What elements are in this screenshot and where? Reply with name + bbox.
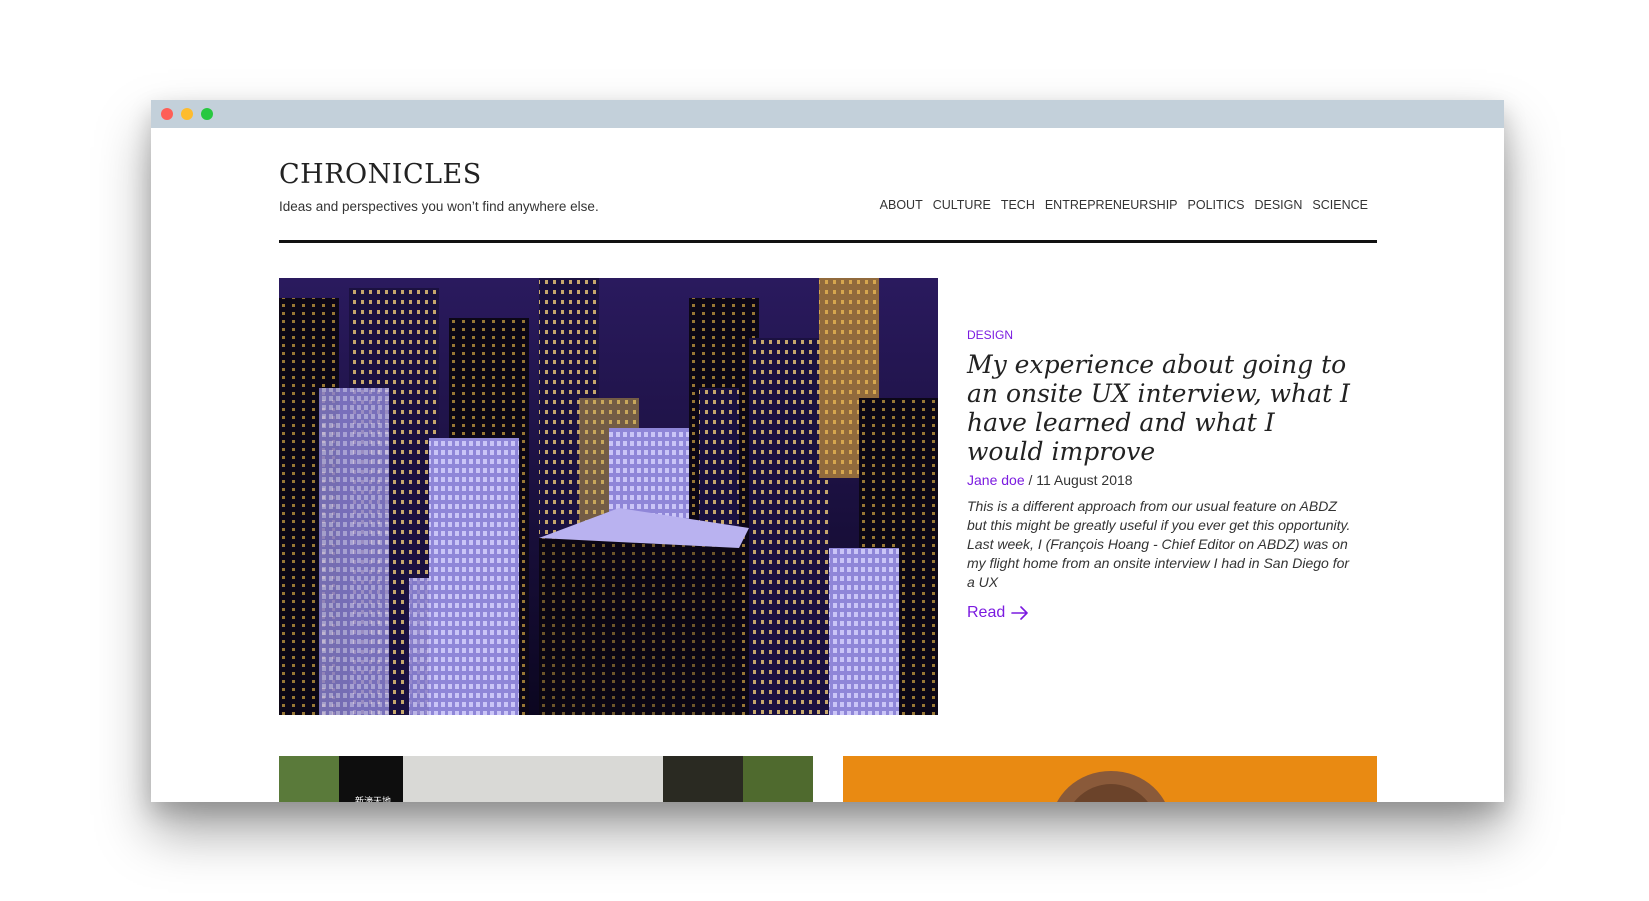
article-meta: Jane doe / 11 August 2018	[967, 472, 1357, 488]
article-category[interactable]: DESIGN	[967, 328, 1357, 342]
meta-separator: /	[1024, 472, 1037, 488]
arrow-right-icon	[1011, 606, 1029, 620]
card-image-portrait[interactable]	[843, 756, 1377, 802]
site-tagline: Ideas and perspectives you won’t find an…	[279, 199, 599, 214]
header-divider	[279, 240, 1377, 243]
card-image-store[interactable]: 新濠天地	[279, 756, 813, 802]
nav-science[interactable]: SCIENCE	[1312, 198, 1368, 212]
nav-politics[interactable]: POLITICS	[1188, 198, 1245, 212]
main-nav: ABOUT CULTURE TECH ENTREPRENEURSHIP POLI…	[880, 198, 1368, 212]
nav-about[interactable]: ABOUT	[880, 198, 923, 212]
featured-article: DESIGN My experience about going to an o…	[967, 328, 1357, 622]
article-author[interactable]: Jane doe	[967, 472, 1025, 488]
svg-text:新濠天地: 新濠天地	[355, 795, 391, 802]
read-more-label: Read	[967, 604, 1006, 621]
site-logo[interactable]: CHRONICLES	[279, 159, 482, 190]
nav-tech[interactable]: TECH	[1001, 198, 1035, 212]
nav-entrepreneurship[interactable]: ENTREPRENEURSHIP	[1045, 198, 1178, 212]
nav-design[interactable]: DESIGN	[1254, 198, 1302, 212]
storefront-photo-icon: 新濠天地	[279, 756, 813, 802]
article-title[interactable]: My experience about going to an onsite U…	[967, 350, 1357, 466]
close-window-button[interactable]	[161, 108, 173, 120]
read-more-link[interactable]: Read	[967, 604, 1029, 622]
article-excerpt: This is a different approach from our us…	[967, 498, 1351, 590]
portrait-photo-icon	[843, 756, 1377, 802]
city-night-photo-icon	[279, 278, 938, 715]
article-date: 11 August 2018	[1036, 472, 1133, 488]
page-content: CHRONICLES Ideas and perspectives you wo…	[151, 128, 1504, 802]
zoom-window-button[interactable]	[201, 108, 213, 120]
window-titlebar	[151, 100, 1504, 128]
browser-window: CHRONICLES Ideas and perspectives you wo…	[151, 100, 1504, 802]
nav-culture[interactable]: CULTURE	[933, 198, 991, 212]
featured-image[interactable]	[279, 278, 938, 715]
minimize-window-button[interactable]	[181, 108, 193, 120]
